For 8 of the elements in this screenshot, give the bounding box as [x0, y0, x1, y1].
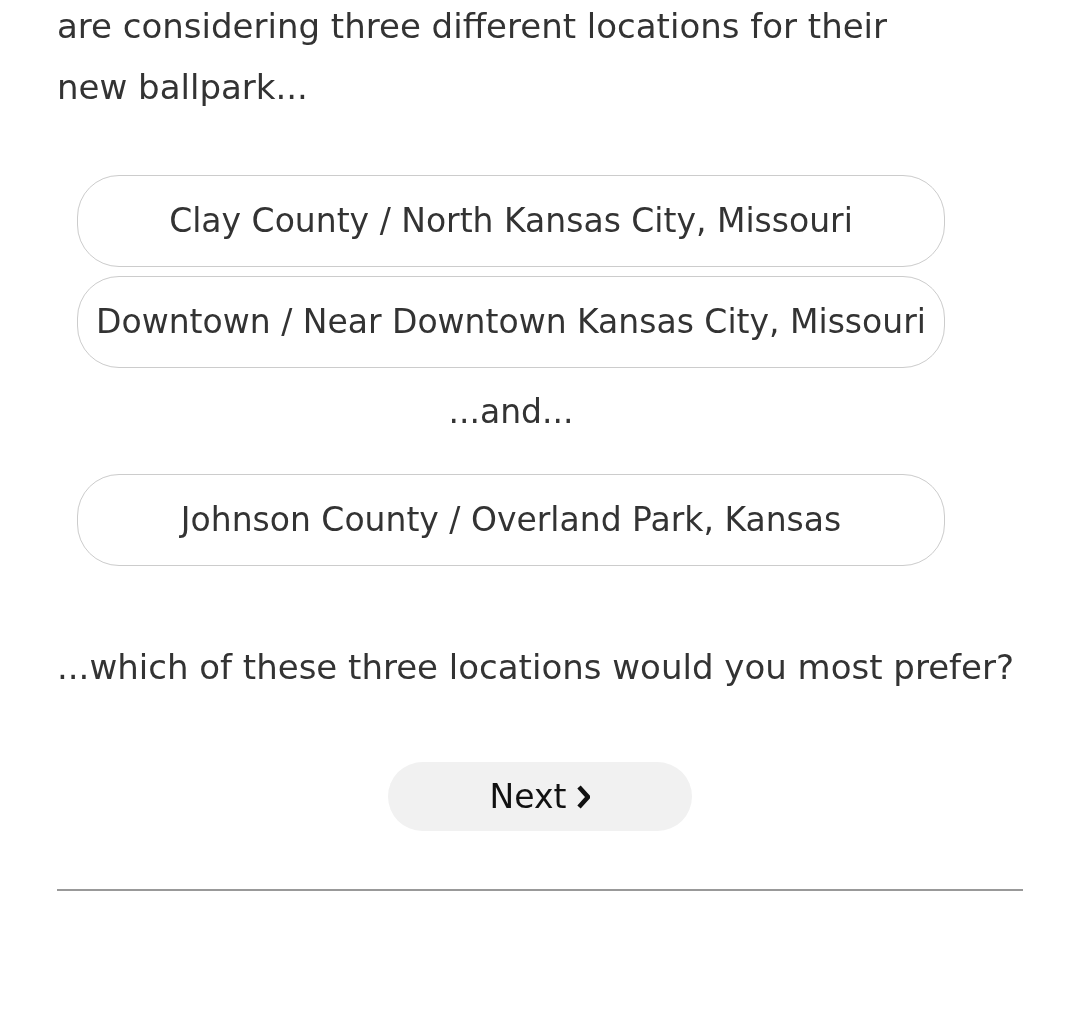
next-button[interactable]: Next [388, 762, 692, 831]
answer-option[interactable]: Johnson County / Overland Park, Kansas [77, 474, 945, 566]
answer-option[interactable]: Clay County / North Kansas City, Missouri [77, 175, 945, 267]
intro-text: are considering three different locations for their new ballpark... [57, 5, 889, 109]
question-text: ...which of these three locations would you most prefer? [57, 646, 1015, 689]
separator-text: ...and... [447, 391, 575, 433]
answer-option[interactable]: Downtown / Near Downtown Kansas City, Missouri [77, 276, 945, 368]
chevron-right-icon [576, 784, 591, 809]
